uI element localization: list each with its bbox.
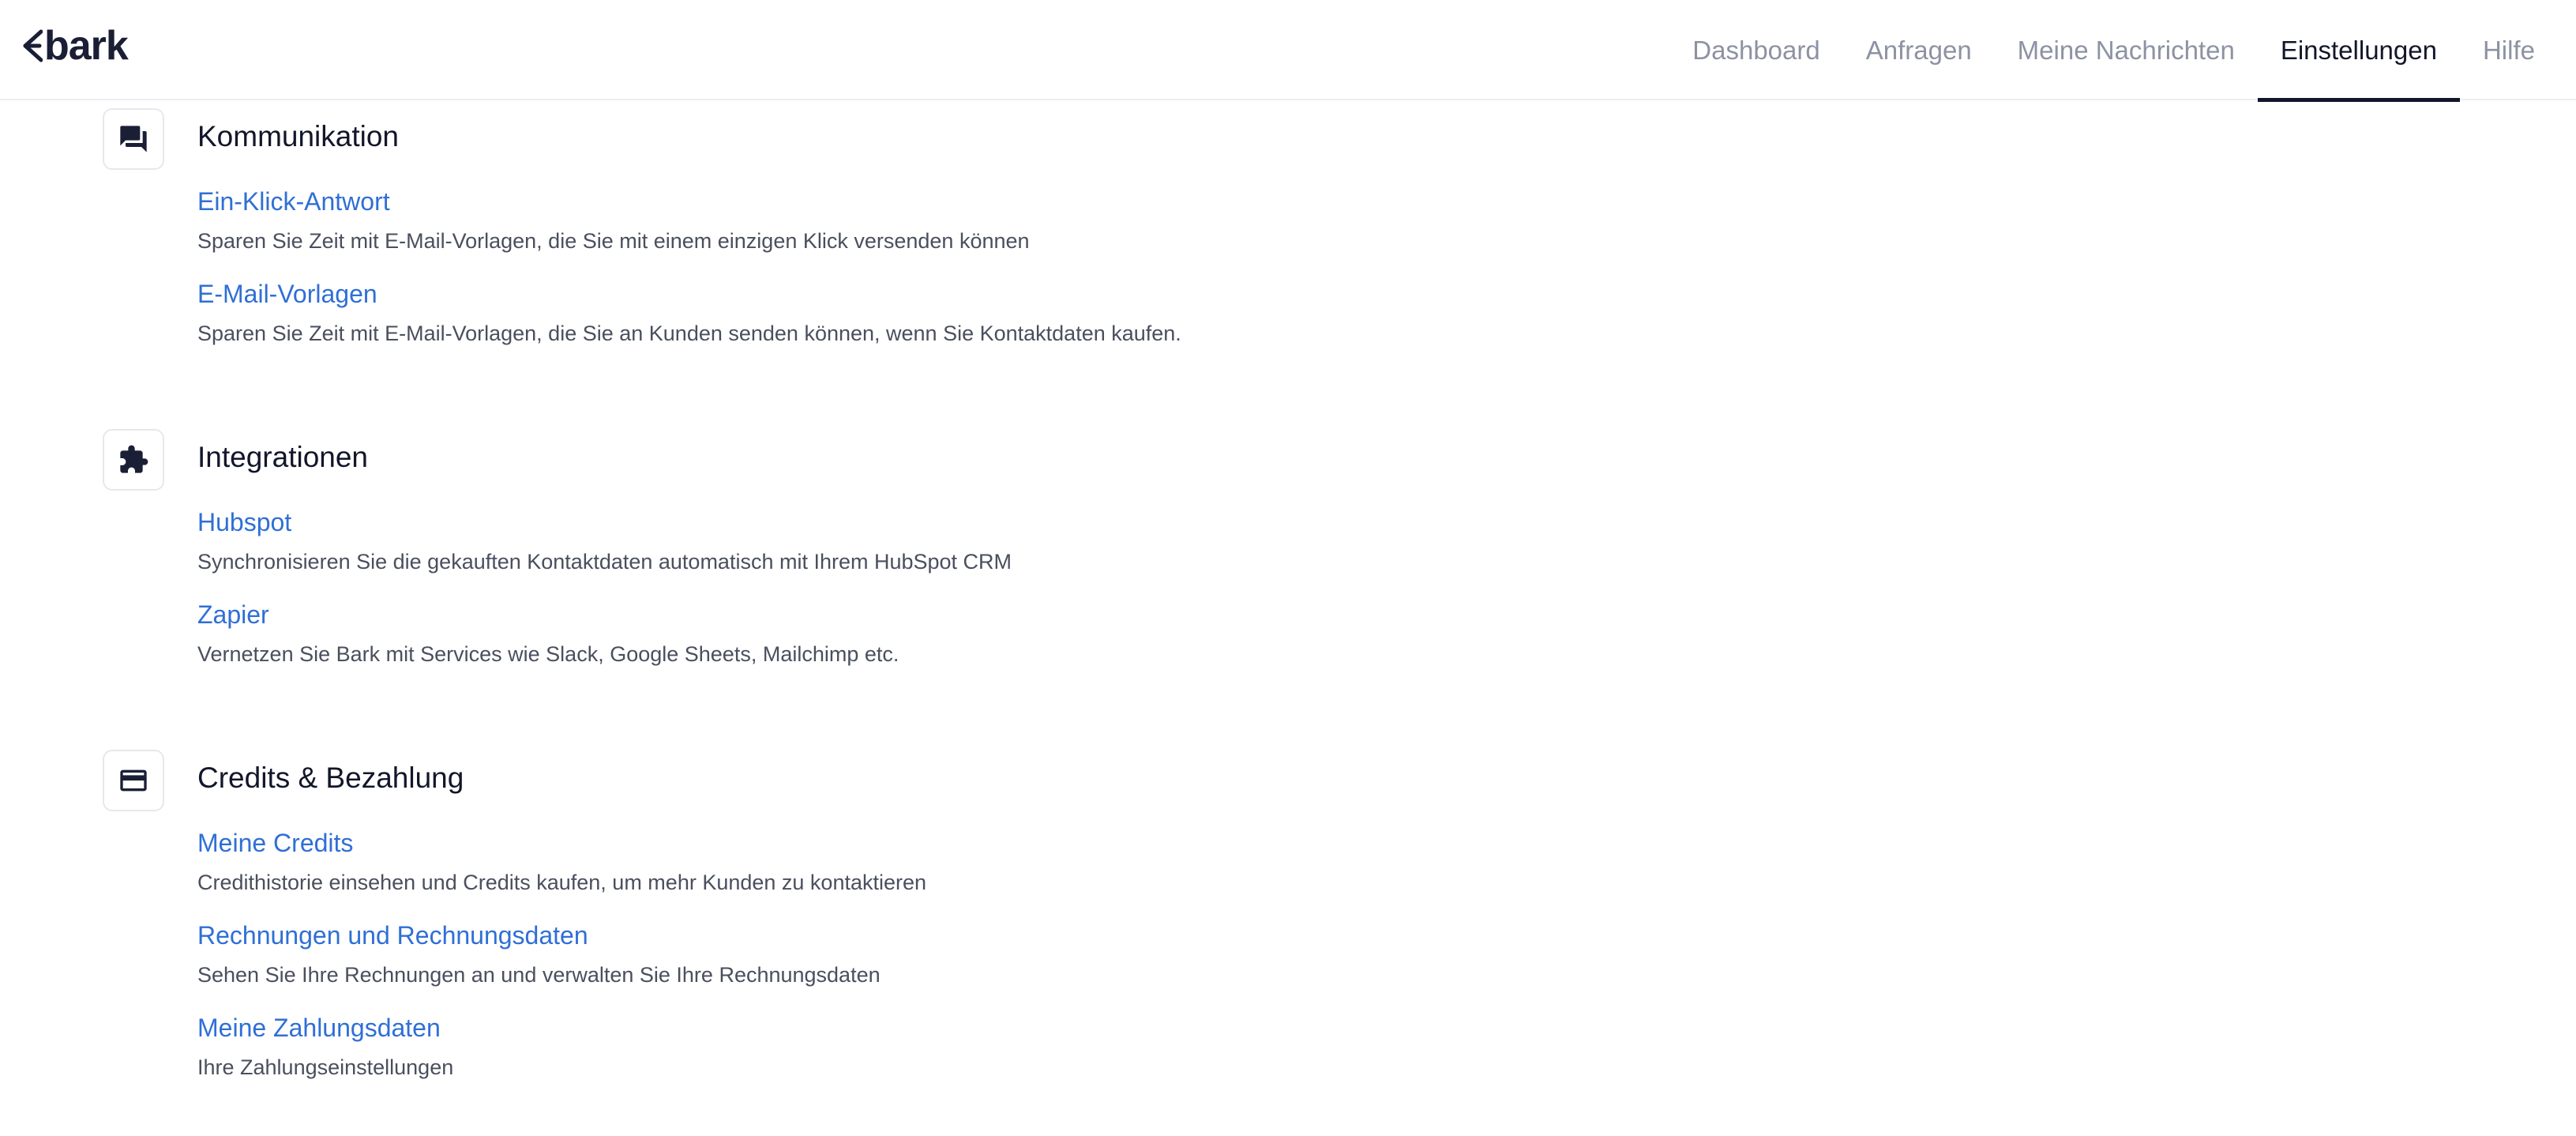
nav-anfragen[interactable]: Anfragen [1843,0,1995,100]
item-description: Sparen Sie Zeit mit E-Mail-Vorlagen, die… [197,322,1181,345]
item-description: Credithistorie einsehen und Credits kauf… [197,871,927,894]
link-zapier[interactable]: Zapier [197,600,269,630]
main-nav: Dashboard Anfragen Meine Nachrichten Ein… [1669,0,2576,102]
puzzle-piece-icon [120,445,148,473]
section-title: Credits & Bezahlung [197,762,464,794]
link-hubspot[interactable]: Hubspot [197,508,291,537]
nav-dashboard[interactable]: Dashboard [1669,0,1842,100]
section-title: Integrationen [197,441,369,473]
top-navigation-bar: bark Dashboard Anfragen Meine Nachrichte… [0,0,2576,102]
section-icon-box [103,429,164,491]
credit-card-icon [120,769,147,792]
nav-hilfe[interactable]: Hilfe [2460,0,2576,100]
link-e-mail-vorlagen[interactable]: E-Mail-Vorlagen [197,280,377,309]
item-description: Sparen Sie Zeit mit E-Mail-Vorlagen, die… [197,229,1030,253]
item-description: Sehen Sie Ihre Rechnungen an und verwalt… [197,963,881,987]
item-description: Vernetzen Sie Bark mit Services wie Slac… [197,642,899,666]
link-ein-klick-antwort[interactable]: Ein-Klick-Antwort [197,187,390,216]
item-description: Ihre Zahlungseinstellungen [197,1055,454,1079]
nav-meine-nachrichten[interactable]: Meine Nachrichten [1995,0,2258,100]
bark-logo-text: bark [44,23,129,69]
bark-logo[interactable]: bark [22,22,129,70]
bark-logo-icon [23,29,43,62]
link-rechnungen-und-rechnungsdaten[interactable]: Rechnungen und Rechnungsdaten [197,921,588,950]
item-description: Synchronisieren Sie die gekauften Kontak… [197,550,1012,574]
section-icon-box [103,750,164,811]
nav-einstellungen[interactable]: Einstellungen [2257,0,2461,102]
section-icon-box [103,108,164,170]
link-meine-zahlungsdaten[interactable]: Meine Zahlungsdaten [197,1014,441,1043]
section-title: Kommunikation [197,120,400,152]
chat-bubbles-icon [120,126,147,152]
link-meine-credits[interactable]: Meine Credits [197,829,353,858]
